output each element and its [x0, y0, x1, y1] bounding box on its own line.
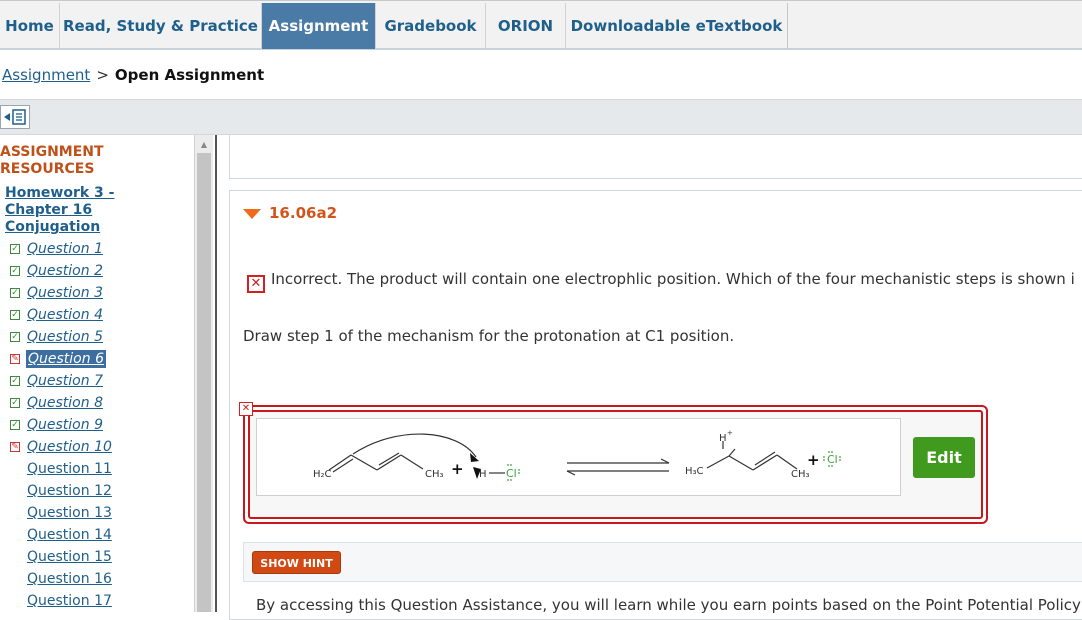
question-link[interactable]: Question 10 — [27, 438, 112, 456]
previous-question-panel — [229, 135, 1082, 179]
question-link[interactable]: Question 4 — [27, 306, 103, 324]
chloride-label: Cl — [827, 453, 838, 466]
checkbox-checked-icon: ✓ — [10, 332, 20, 342]
product-right-label: CH₃ — [791, 469, 810, 480]
tab-assignment[interactable]: Assignment — [262, 3, 376, 49]
breadcrumb-link-assignment[interactable]: Assignment — [2, 66, 90, 84]
product-left-label: H₃C — [685, 466, 704, 477]
question-link[interactable]: Question 14 — [27, 526, 112, 544]
question-link[interactable]: Question 12 — [27, 482, 112, 500]
toolbar — [0, 99, 1082, 135]
question-link[interactable]: Question 2 — [27, 262, 103, 280]
edit-status-icon: ✎ — [10, 442, 20, 452]
reactant-right-label: CH₃ — [425, 469, 444, 480]
product-h-label: H — [719, 433, 727, 444]
checkbox-checked-icon: ✓ — [10, 420, 20, 430]
plus-sign-1: + — [451, 460, 464, 478]
toggle-sidebar-button[interactable] — [0, 105, 30, 129]
tab-gradebook[interactable]: Gradebook — [376, 3, 486, 49]
acid-cl-label: Cl — [506, 467, 517, 480]
checkbox-checked-icon: ✓ — [10, 376, 20, 386]
collapse-panel-icon — [4, 109, 26, 125]
feedback-message: ✕ Incorrect. The product will contain one… — [247, 270, 1075, 293]
checkbox-checked-icon: ✓ — [10, 266, 20, 276]
breadcrumb-current: Open Assignment — [114, 66, 265, 84]
question-link[interactable]: Question 15 — [27, 548, 112, 566]
breadcrumb-separator: > — [96, 66, 109, 84]
question-link[interactable]: Question 6 — [26, 350, 106, 368]
incorrect-icon: ✕ — [247, 275, 265, 293]
tab-read-study-practice[interactable]: Read, Study & Practice — [60, 3, 262, 49]
scroll-up-arrow-icon[interactable]: ▲ — [197, 137, 211, 153]
question-link[interactable]: Question 17 — [27, 592, 112, 610]
question-link[interactable]: Question 9 — [27, 416, 103, 434]
plus-sign-2: + — [807, 451, 820, 469]
question-assistance-text: By accessing this Question Assistance, y… — [256, 596, 1081, 614]
tab-home[interactable]: Home — [0, 3, 60, 49]
question-link[interactable]: Question 13 — [27, 504, 112, 522]
top-navigation: Home Read, Study & Practice Assignment G… — [0, 0, 1082, 50]
question-link[interactable]: Question 8 — [27, 394, 103, 412]
checkbox-checked-icon: ✓ — [10, 398, 20, 408]
edit-button[interactable]: Edit — [913, 437, 975, 478]
tab-orion[interactable]: ORION — [486, 3, 566, 49]
question-link[interactable]: Question 3 — [27, 284, 103, 302]
question-link[interactable]: Question 5 — [27, 328, 103, 346]
assignment-resources-sidebar: ASSIGNMENT RESOURCES Homework 3 - Chapte… — [0, 135, 194, 612]
collapse-triangle-icon[interactable] — [243, 209, 261, 219]
sidebar-scrollbar[interactable]: ▲ — [194, 135, 213, 612]
edit-status-icon: ✎ — [10, 354, 20, 364]
breadcrumb: Assignment > Open Assignment — [2, 66, 264, 84]
question-link[interactable]: Question 16 — [27, 570, 112, 588]
feedback-text: Incorrect. The product will contain one … — [271, 270, 1075, 288]
resources-title: ASSIGNMENT RESOURCES — [0, 144, 104, 177]
checkbox-checked-icon: ✓ — [10, 244, 20, 254]
tab-downloadable-etextbook[interactable]: Downloadable eTextbook — [566, 3, 788, 49]
checkbox-checked-icon: ✓ — [10, 310, 20, 320]
homework-link[interactable]: Homework 3 - Chapter 16 Conjugation — [5, 185, 114, 236]
question-link[interactable]: Question 7 — [27, 372, 103, 390]
acid-h-label: H — [479, 469, 487, 480]
checkbox-checked-icon: ✓ — [10, 288, 20, 298]
question-link[interactable]: Question 1 — [27, 240, 103, 258]
mechanism-svg: H₂C CH₃ H H₃C CH₃ H + + + Cl Cl — [313, 429, 841, 481]
question-prompt: Draw step 1 of the mechanism for the pro… — [243, 327, 735, 345]
scrollbar-thumb[interactable] — [197, 153, 211, 612]
question-link[interactable]: Question 11 — [27, 460, 112, 478]
mechanism-drawing: H₂C CH₃ H H₃C CH₃ H + + + Cl Cl — [256, 418, 901, 496]
product-plus-label: + — [727, 429, 733, 437]
reactant-left-label: H₂C — [313, 469, 332, 480]
question-id[interactable]: 16.06a2 — [269, 204, 337, 222]
hint-panel — [243, 542, 1082, 582]
answer-incorrect-icon: ✕ — [239, 402, 253, 416]
panel-divider[interactable] — [215, 135, 217, 612]
show-hint-button[interactable]: SHOW HINT — [252, 551, 341, 574]
